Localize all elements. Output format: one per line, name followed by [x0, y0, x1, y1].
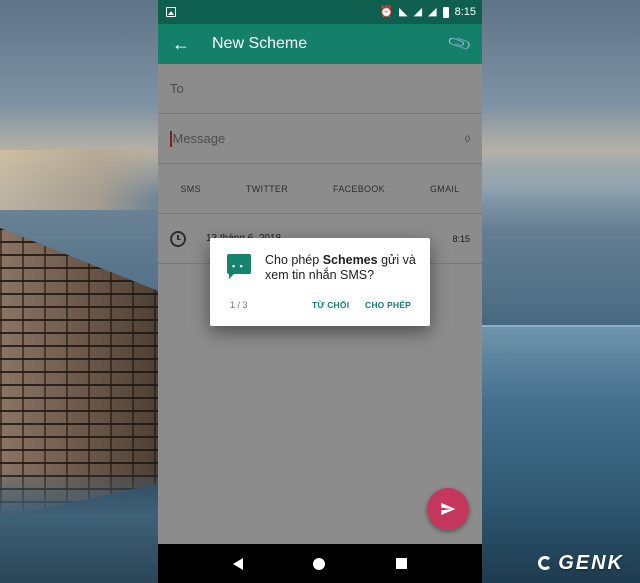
status-time: 8:15: [454, 6, 476, 18]
allow-button[interactable]: CHO PHÉP: [365, 300, 411, 310]
permission-app-name: Schemes: [322, 253, 378, 267]
phone-screen: ⏰ ◣ ◢ ◢ 8:15 ← New Scheme 📎 To Message 0…: [158, 0, 482, 583]
permission-step: 1 / 3: [230, 300, 248, 310]
background-sky: [0, 150, 160, 210]
background-sea: [482, 326, 640, 583]
app-bar: ← New Scheme 📎: [158, 24, 482, 64]
status-bar: ⏰ ◣ ◢ ◢ 8:15: [158, 0, 482, 24]
background-sea-left: [0, 470, 160, 583]
watermark-text: GENK: [558, 552, 624, 574]
signal-icon: ◢: [413, 5, 423, 18]
signal-icon: ◢: [428, 5, 437, 18]
send-button[interactable]: [427, 488, 469, 530]
permission-message: Cho phép Schemes gửi và xem tin nhắn SMS…: [265, 253, 425, 283]
genk-watermark: GENK: [538, 552, 624, 575]
sms-chat-icon: • • •: [227, 254, 251, 280]
nav-home-icon[interactable]: [313, 557, 326, 570]
deny-button[interactable]: TỪ CHỐI: [312, 300, 349, 310]
image-notification-icon: [166, 7, 176, 17]
background-horizon: [482, 325, 640, 327]
permission-dialog: • • • Cho phép Schemes gửi và xem tin nh…: [210, 238, 430, 326]
arrow-back-icon[interactable]: ←: [172, 34, 202, 55]
nav-recents-icon[interactable]: [395, 558, 407, 569]
permission-text-start: Cho phép: [265, 253, 323, 267]
wifi-icon: ◣: [399, 5, 408, 18]
nav-back-icon[interactable]: [233, 557, 244, 570]
send-icon: [441, 503, 456, 515]
navigation-bar: [158, 544, 482, 583]
page-title: New Scheme: [212, 35, 308, 52]
alarm-icon: ⏰: [379, 5, 394, 18]
battery-icon: [442, 6, 449, 18]
paperclip-icon[interactable]: 📎: [446, 30, 473, 57]
background-sky-right: [482, 140, 640, 230]
genk-logo-icon: [538, 556, 553, 570]
